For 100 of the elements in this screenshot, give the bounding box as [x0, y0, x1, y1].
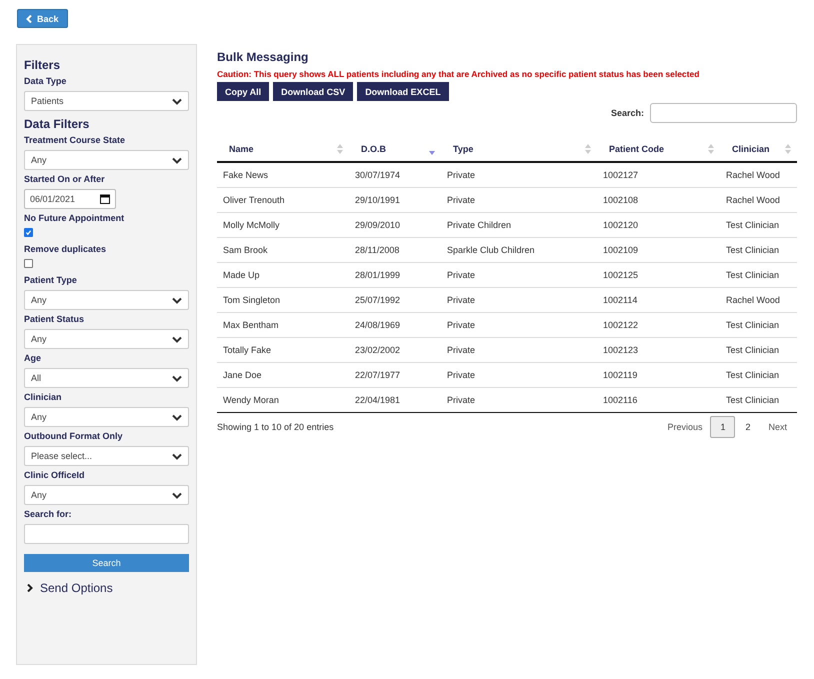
- table-cell: 1002127: [603, 170, 638, 180]
- table-cell: 22/07/1977: [355, 370, 400, 380]
- field-label: Search for:: [24, 509, 73, 519]
- sort-descending-icon: [429, 150, 435, 154]
- table-cell: Sam Brook: [223, 245, 268, 255]
- table-cell: 30/07/1974: [355, 170, 400, 180]
- dropdown[interactable]: Please select...: [24, 446, 189, 466]
- column-header[interactable]: D.O.B: [349, 136, 441, 162]
- back-button[interactable]: Back: [17, 9, 68, 28]
- table-cell: Private: [447, 320, 476, 330]
- checkbox[interactable]: [24, 259, 33, 268]
- table-cell: Totally Fake: [223, 345, 272, 355]
- table-cell: Private: [447, 195, 476, 205]
- table-cell: 29/09/2010: [355, 220, 400, 230]
- table-cell: 1002108: [603, 195, 638, 205]
- search-label: Search:: [610, 108, 644, 118]
- table-cell: 1002119: [603, 370, 638, 380]
- checkbox[interactable]: [24, 228, 33, 237]
- dropdown[interactable]: All: [24, 368, 189, 388]
- table-cell: Rachel Wood: [726, 295, 780, 305]
- sort-icon: [785, 144, 791, 154]
- export-button[interactable]: Download CSV: [273, 82, 354, 101]
- sort-icon: [708, 144, 714, 154]
- table-cell: Wendy Moran: [223, 395, 279, 405]
- calendar-icon: [100, 194, 110, 204]
- previous-link[interactable]: Previous: [659, 422, 710, 432]
- table-cell: 22/04/1981: [355, 395, 400, 405]
- export-button[interactable]: Download EXCEL: [357, 82, 449, 101]
- table-cell: 29/10/1991: [355, 195, 400, 205]
- table-cell: Private: [447, 170, 476, 180]
- chevron-down-icon: [172, 156, 182, 164]
- table-cell: Test Clinician: [726, 220, 780, 230]
- table-cell: 28/01/1999: [355, 270, 400, 280]
- chevron-down-icon: [172, 452, 182, 460]
- table-cell: 24/08/1969: [355, 320, 400, 330]
- table-cell: Oliver Trenouth: [223, 195, 285, 205]
- field-label: Outbound Format Only: [24, 431, 124, 441]
- table-cell: Test Clinician: [726, 395, 780, 405]
- table-cell: Test Clinician: [726, 245, 780, 255]
- dropdown[interactable]: Any: [24, 329, 189, 349]
- table-cell: 1002114: [603, 295, 638, 305]
- table-cell: 1002116: [603, 395, 638, 405]
- table-cell: Test Clinician: [726, 270, 780, 280]
- table-cell: 1002109: [603, 245, 638, 255]
- search-field[interactable]: [24, 524, 189, 544]
- table-cell: Tom Singleton: [223, 295, 280, 305]
- chevron-left-icon: [26, 14, 32, 22]
- field-label: Clinician: [24, 392, 63, 402]
- table-cell: Rachel Wood: [726, 170, 780, 180]
- section-heading: Data Filters: [24, 117, 90, 131]
- search-button[interactable]: Search: [24, 554, 189, 572]
- column-header[interactable]: Type: [441, 136, 597, 162]
- table-cell: Made Up: [223, 270, 260, 280]
- dropdown[interactable]: Any: [24, 485, 189, 505]
- chevron-down-icon: [172, 374, 182, 382]
- table-cell: Test Clinician: [726, 370, 780, 380]
- table-cell: Max Bentham: [223, 320, 279, 330]
- field-label: Patient Type: [24, 275, 78, 285]
- table-cell: Private: [447, 270, 476, 280]
- field-label: Remove duplicates: [24, 244, 108, 254]
- date-field[interactable]: 06/01/2021: [24, 189, 116, 209]
- table-cell: Private: [447, 395, 476, 405]
- table-cell: Private: [447, 370, 476, 380]
- dropdown[interactable]: Any: [24, 290, 189, 310]
- dropdown[interactable]: Any: [24, 150, 189, 170]
- entries-info: Showing 1 to 10 of 20 entries: [217, 422, 334, 432]
- table-cell: 23/02/2002: [355, 345, 400, 355]
- column-header[interactable]: Name: [217, 136, 349, 162]
- column-header[interactable]: Patient Code: [597, 136, 720, 162]
- table-cell: Test Clinician: [726, 320, 780, 330]
- table-cell: Fake News: [223, 170, 268, 180]
- table-cell: 1002120: [603, 220, 638, 230]
- dropdown[interactable]: Any: [24, 407, 189, 427]
- chevron-down-icon: [172, 492, 182, 498]
- caution-message: Caution: This query shows ALL patients including any that are Archived as no specific patient status has been selected: [217, 69, 700, 79]
- page-title: Bulk Messaging: [217, 50, 310, 64]
- chevron-down-icon: [172, 98, 182, 104]
- export-button[interactable]: Copy All: [217, 82, 270, 101]
- table-cell: Sparkle Club Children: [447, 245, 535, 255]
- column-header[interactable]: Clinician: [720, 136, 797, 162]
- table-cell: Rachel Wood: [726, 195, 780, 205]
- chevron-down-icon: [172, 414, 182, 420]
- chevron-down-icon: [172, 336, 182, 342]
- page-button[interactable]: 1: [710, 416, 736, 438]
- page-button[interactable]: 2: [735, 416, 760, 438]
- field-label: Treatment Course State: [24, 135, 126, 145]
- table-cell: 1002123: [603, 345, 638, 355]
- field-label: Clinic OfficeId: [24, 470, 86, 480]
- next-link[interactable]: Next: [760, 422, 797, 432]
- send-options-toggle[interactable]: Send Options: [27, 581, 189, 595]
- table-cell: 25/07/1992: [355, 295, 400, 305]
- table-cell: Molly McMolly: [223, 220, 280, 230]
- table-cell: Private Children: [447, 220, 512, 230]
- field-label: Data Type: [24, 76, 68, 86]
- dropdown[interactable]: Patients: [24, 91, 189, 111]
- field-label: Patient Status: [24, 314, 86, 324]
- table-cell: Private: [447, 345, 476, 355]
- chevron-down-icon: [172, 296, 182, 304]
- search-field[interactable]: [650, 103, 797, 123]
- sort-icon: [337, 144, 343, 154]
